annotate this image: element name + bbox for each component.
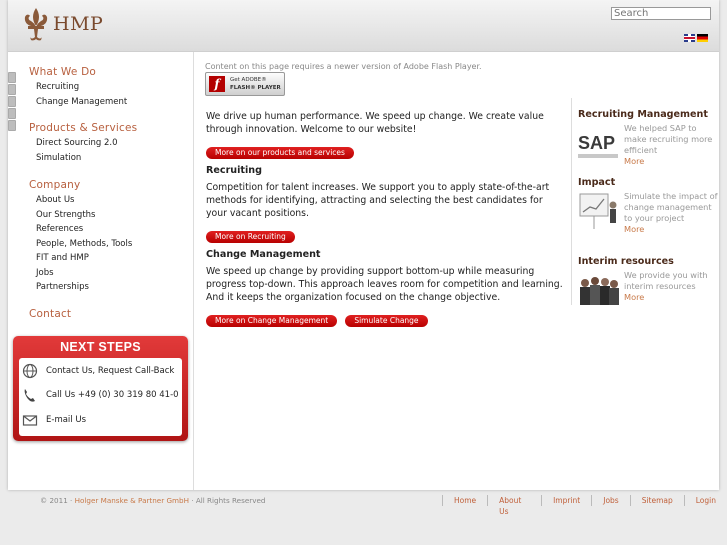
team-photo-icon xyxy=(580,277,619,305)
footer-link-sitemap[interactable]: Sitemap xyxy=(629,495,684,506)
phone-icon xyxy=(22,387,38,403)
footer-link-imprint[interactable]: Imprint xyxy=(541,495,591,506)
flash-badge-line2: FLASH® PLAYER xyxy=(230,85,281,91)
next-step-email[interactable]: E-mail Us xyxy=(19,412,86,428)
next-step-contact[interactable]: Contact Us, Request Call-Back xyxy=(19,363,174,379)
next-step-call[interactable]: Call Us +49 (0) 30 319 80 41-0 xyxy=(19,387,179,403)
nav-item-change-management[interactable]: Change Management xyxy=(8,95,194,110)
simulate-change-button[interactable]: Simulate Change xyxy=(345,315,428,327)
next-step-email-label: E-mail Us xyxy=(46,415,87,425)
footer-link-about-us[interactable]: About Us xyxy=(487,495,541,516)
nav-item-fit-and-hmp[interactable]: FIT and HMP xyxy=(8,251,194,266)
site-header: HMP xyxy=(8,0,719,52)
copyright-prefix: © 2011 · xyxy=(40,496,75,505)
teaser-text: We helped SAP to make recruiting more ef… xyxy=(624,123,713,155)
intro-section: We drive up human performance. We speed … xyxy=(206,110,566,159)
nav-group-what-we-do: What We Do Recruiting Change Management xyxy=(8,66,194,109)
right-column: Recruiting Management SAP We helped SAP … xyxy=(571,98,719,305)
teaser-interim-resources: Interim resources We provide you with in… xyxy=(578,256,718,310)
nav-item-references[interactable]: References xyxy=(8,222,194,237)
nav-item-about-us[interactable]: About Us xyxy=(8,193,194,208)
footer-link-login[interactable]: Login xyxy=(683,495,727,506)
next-step-contact-label: Contact Us, Request Call-Back xyxy=(46,366,175,376)
change-section: Change Management We speed up change by … xyxy=(206,249,566,327)
nav-item-jobs[interactable]: Jobs xyxy=(8,266,194,281)
teaser-title[interactable]: Impact xyxy=(578,177,718,191)
language-switcher xyxy=(684,34,708,42)
teaser-title[interactable]: Recruiting Management xyxy=(578,109,718,123)
nav-group-products-services: Products & Services Direct Sourcing 2.0 … xyxy=(8,122,194,165)
svg-text:SAP: SAP xyxy=(578,133,615,153)
change-heading: Change Management xyxy=(206,249,321,260)
teaser-more-link[interactable]: More xyxy=(624,292,718,303)
nav-group-company: Company About Us Our Strengths Reference… xyxy=(8,179,194,295)
nav-item-partnerships[interactable]: Partnerships xyxy=(8,280,194,295)
copyright-suffix: · All Rights Reserved xyxy=(189,496,266,505)
recruiting-section: Recruiting Competition for talent increa… xyxy=(206,165,566,243)
logo[interactable]: HMP xyxy=(22,6,103,42)
teaser-recruiting-management: Recruiting Management SAP We helped SAP … xyxy=(578,109,718,167)
teaser-impact: Impact Simulate the impact of change man… xyxy=(578,177,718,235)
teaser-more-link[interactable]: More xyxy=(624,156,718,167)
next-steps-title: NEXT STEPS xyxy=(60,340,141,354)
page-frame: HMP What We Do Recruiting Change Managem… xyxy=(8,0,719,490)
footer-links: Home About Us Imprint Jobs Sitemap Login xyxy=(442,495,727,516)
next-step-call-label: Call Us +49 (0) 30 319 80 41-0 xyxy=(46,390,179,400)
footer-link-jobs[interactable]: Jobs xyxy=(591,495,629,506)
nav-item-people-methods-tools[interactable]: People, Methods, Tools xyxy=(8,237,194,252)
nav-item-simulation[interactable]: Simulation xyxy=(8,151,194,166)
search-input[interactable] xyxy=(611,7,711,20)
fleur-de-lis-icon xyxy=(24,8,48,41)
intro-text: We drive up human performance. We speed … xyxy=(206,111,544,135)
change-text: We speed up change by providing support … xyxy=(206,266,563,303)
german-flag-icon[interactable] xyxy=(697,34,708,42)
copyright: © 2011 · Holger Manske & Partner GmbH · … xyxy=(40,496,265,505)
globe-icon xyxy=(22,363,38,379)
next-steps-box: NEXT STEPS Contact Us, Request Call-Back… xyxy=(13,336,188,441)
logo-text: HMP xyxy=(53,13,104,35)
flash-icon: f xyxy=(209,76,225,92)
sap-logo-icon: SAP xyxy=(578,133,618,158)
mail-icon xyxy=(22,412,38,428)
nav-item-recruiting[interactable]: Recruiting xyxy=(8,80,194,95)
nav-heading-what-we-do[interactable]: What We Do xyxy=(8,66,194,80)
presentation-image-icon xyxy=(579,193,617,229)
more-recruiting-button[interactable]: More on Recruiting xyxy=(206,231,295,243)
more-change-management-button[interactable]: More on Change Management xyxy=(206,315,338,327)
teaser-text: Simulate the impact of change management… xyxy=(624,191,718,223)
nav-item-our-strengths[interactable]: Our Strengths xyxy=(8,208,194,223)
get-flash-player-button[interactable]: f Get ADOBE® FLASH® PLAYER xyxy=(205,72,285,96)
teaser-text: We provide you with interim resources xyxy=(624,270,708,291)
teaser-more-link[interactable]: More xyxy=(624,224,718,235)
nav-heading-contact[interactable]: Contact xyxy=(8,308,194,322)
nav-heading-company[interactable]: Company xyxy=(8,179,194,193)
next-steps-list: Contact Us, Request Call-Back Call Us +4… xyxy=(19,358,182,436)
teaser-title[interactable]: Interim resources xyxy=(578,256,718,270)
copyright-brand-link[interactable]: Holger Manske & Partner GmbH xyxy=(75,496,189,505)
footer-link-home[interactable]: Home xyxy=(442,495,487,506)
recruiting-heading: Recruiting xyxy=(206,165,263,176)
products-services-button[interactable]: More on our products and services xyxy=(206,147,354,159)
nav-heading-products-services[interactable]: Products & Services xyxy=(8,122,194,136)
recruiting-text: Competition for talent increases. We sup… xyxy=(206,182,550,219)
flash-notice: Content on this page requires a newer ve… xyxy=(205,62,482,71)
nav-item-direct-sourcing[interactable]: Direct Sourcing 2.0 xyxy=(8,136,194,151)
english-flag-icon[interactable] xyxy=(684,34,695,42)
flash-badge-line1: Get ADOBE® xyxy=(230,77,267,83)
site-footer: © 2011 · Holger Manske & Partner GmbH · … xyxy=(0,490,727,516)
nav-group-contact: Contact xyxy=(8,308,194,322)
